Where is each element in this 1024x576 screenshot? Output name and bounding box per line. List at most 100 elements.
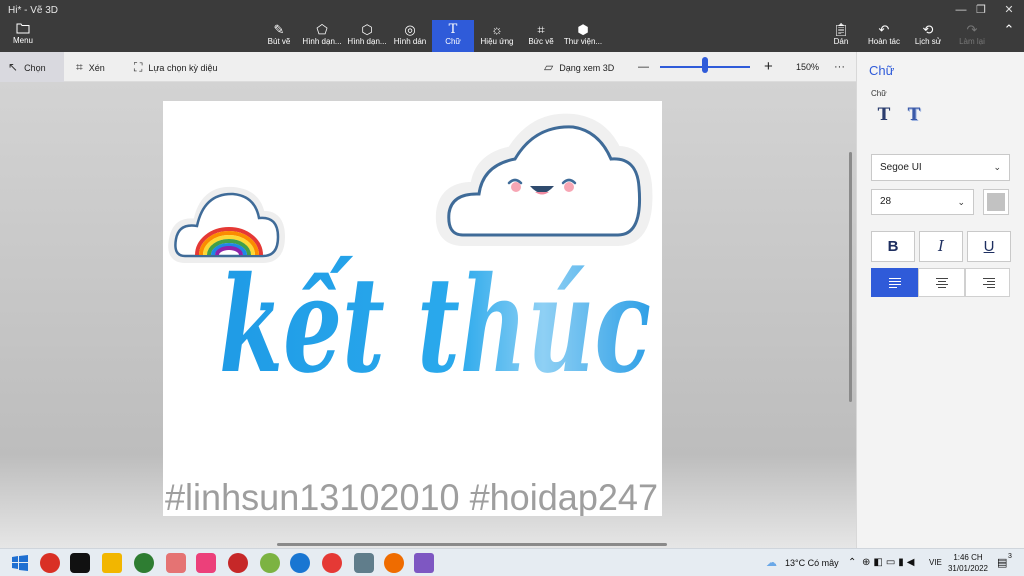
browser-app-icon[interactable] (260, 553, 280, 573)
3d-view-label: Dạng xem 3D (559, 63, 615, 73)
clock[interactable]: 1:46 CH 31/01/2022 (946, 552, 990, 574)
drawing-canvas[interactable]: kết thúc #linhsun13102010 #hoidap247 (163, 101, 662, 516)
mail-app-icon[interactable] (322, 553, 342, 573)
headline-text[interactable]: kết thúc (219, 248, 651, 403)
zoom-level: 150% (796, 62, 820, 72)
system-tray-icons[interactable]: ⊕◧▭▮◀ (862, 549, 917, 576)
window-title: Hi* - Vẽ 3D (8, 5, 59, 16)
2d-text-icon: T (877, 105, 891, 125)
clock-time: 1:46 CH (953, 553, 983, 562)
chrome-profile-icon[interactable] (134, 553, 154, 573)
text-icon: T (448, 22, 458, 37)
redo-icon: ↷ (966, 22, 978, 37)
canvas-icon: ⌗ (537, 22, 545, 37)
panel-title: Chữ (869, 63, 895, 78)
camera-app-icon[interactable] (354, 553, 374, 573)
watermark-text: #linhsun13102010 #hoidap247 (165, 477, 658, 516)
game-app-icon[interactable] (166, 553, 186, 573)
text-color-swatch[interactable] (983, 189, 1009, 215)
chevron-up-icon: ⌃ (1003, 22, 1015, 37)
ribbon-3d-library-label: Thư viện... (563, 37, 603, 46)
paste-button[interactable]: 📋︎ Dán (828, 20, 854, 52)
paste-label: Dán (833, 37, 849, 46)
align-right-button[interactable] (965, 268, 1010, 297)
redo-button[interactable]: ↷ Làm lại (954, 20, 990, 52)
ribbon-stickers[interactable]: ◎ Hình dán (390, 20, 430, 52)
magic-select-tool[interactable]: ⛶ Lựa chọn kỳ diệu (126, 52, 225, 82)
font-size-dropdown[interactable]: 28 ⌄ (871, 189, 974, 215)
2d-shapes-icon: ⬠ (316, 22, 328, 37)
zoom-slider-thumb[interactable] (702, 57, 708, 73)
zoom-in-button[interactable]: + (756, 52, 781, 82)
align-left-icon (889, 278, 901, 290)
chrome-app-icon[interactable] (290, 553, 310, 573)
align-left-button[interactable] (871, 268, 918, 297)
paint-3d-taskbar-icon[interactable] (414, 553, 434, 573)
ribbon-text-label: Chữ (445, 37, 461, 46)
input-language[interactable]: VIE (929, 549, 942, 576)
notification-icon[interactable]: ▤ (997, 549, 1007, 576)
chrome-icon[interactable] (40, 553, 60, 573)
selection-toolbar: ↖ Chọn ⌗ Xén ⛶ Lựa chọn kỳ diệu ▱ Dạng xem 3… (0, 52, 856, 82)
3d-library-icon: ⬢ (577, 22, 589, 37)
chevron-up-icon[interactable]: ⌃ (848, 549, 856, 576)
menu-button[interactable]: Menu (6, 22, 40, 50)
stickers-icon: ◎ (404, 22, 416, 37)
history-label: Lịch sử (914, 37, 942, 46)
italic-button[interactable]: I (919, 231, 963, 262)
font-size-value: 28 (880, 196, 892, 207)
crop-tool[interactable]: ⌗ Xén (68, 52, 113, 82)
redo-label: Làm lại (959, 37, 985, 46)
align-center-button[interactable] (918, 268, 965, 297)
start-button[interactable] (10, 553, 30, 573)
ribbon-3d-shapes[interactable]: ⬡ Hình dạn... (345, 20, 389, 52)
smiling-cloud-sticker[interactable] (435, 113, 653, 246)
file-explorer-icon[interactable] (102, 553, 122, 573)
vertical-scrollbar[interactable] (849, 152, 852, 402)
media-app-icon[interactable] (384, 553, 404, 573)
ribbon-brushes[interactable]: ✎ Bút vẽ (262, 20, 296, 52)
3d-view-icon: ▱ (544, 60, 554, 74)
ribbon-3d-library[interactable]: ⬢ Thư viện... (562, 20, 604, 52)
history-button[interactable]: ⟲ Lịch sử (910, 20, 946, 52)
undo-label: Hoàn tác (867, 37, 901, 46)
workspace: kết thúc #linhsun13102010 #hoidap247 (0, 82, 856, 548)
maximize-button[interactable]: ❐ (968, 2, 994, 18)
ribbon-brushes-label: Bút vẽ (267, 37, 291, 46)
bold-button[interactable]: B (871, 231, 915, 262)
capcut-icon[interactable] (70, 553, 90, 573)
select-tool[interactable]: ↖ Chọn (0, 52, 64, 82)
close-button[interactable]: ✕ (996, 2, 1022, 18)
anime-app-icon[interactable] (196, 553, 216, 573)
canvas-artwork: kết thúc #linhsun13102010 #hoidap247 (165, 113, 658, 516)
undo-button[interactable]: ↶ Hoàn tác (864, 20, 904, 52)
magic-select-icon: ⛶ (134, 60, 143, 74)
text-properties-panel: Chữ Chữ T T Segoe UI ⌄ 28 ⌄ B I U (856, 52, 1024, 548)
ribbon-canvas[interactable]: ⌗ Bức vẽ (522, 20, 560, 52)
crop-icon: ⌗ (76, 60, 83, 74)
record-app-icon[interactable] (228, 553, 248, 573)
paste-icon: 📋︎ (832, 22, 850, 37)
underline-button[interactable]: U (967, 231, 1011, 262)
3d-text-button[interactable]: T (903, 104, 925, 126)
more-options-button[interactable]: ··· (826, 52, 853, 82)
3d-shapes-icon: ⬡ (361, 22, 373, 37)
ribbon-2d-shapes[interactable]: ⬠ Hình dạn... (300, 20, 344, 52)
effects-icon: ☼ (491, 22, 503, 37)
collapse-ribbon-button[interactable]: ⌃ (998, 20, 1020, 52)
ribbon-2d-shapes-label: Hình dạn... (302, 37, 342, 46)
horizontal-scrollbar[interactable] (277, 543, 667, 546)
font-family-value: Segoe UI (880, 162, 922, 173)
ribbon-effects[interactable]: ☼ Hiệu ứng (476, 20, 518, 52)
weather-text[interactable]: 13°C Có mây (785, 549, 839, 576)
font-family-dropdown[interactable]: Segoe UI ⌄ (871, 154, 1010, 181)
ribbon-canvas-label: Bức vẽ (528, 37, 554, 46)
weather-icon[interactable]: ☁ (766, 549, 777, 576)
ribbon-text[interactable]: T Chữ (432, 20, 474, 52)
2d-text-button[interactable]: T (873, 104, 895, 126)
brush-icon: ✎ (273, 22, 285, 37)
3d-view-button[interactable]: ▱ Dạng xem 3D (536, 52, 622, 82)
zoom-out-button[interactable]: — (630, 52, 657, 82)
chevron-down-icon: ⌄ (957, 197, 965, 207)
panel-subtitle: Chữ (871, 89, 887, 98)
